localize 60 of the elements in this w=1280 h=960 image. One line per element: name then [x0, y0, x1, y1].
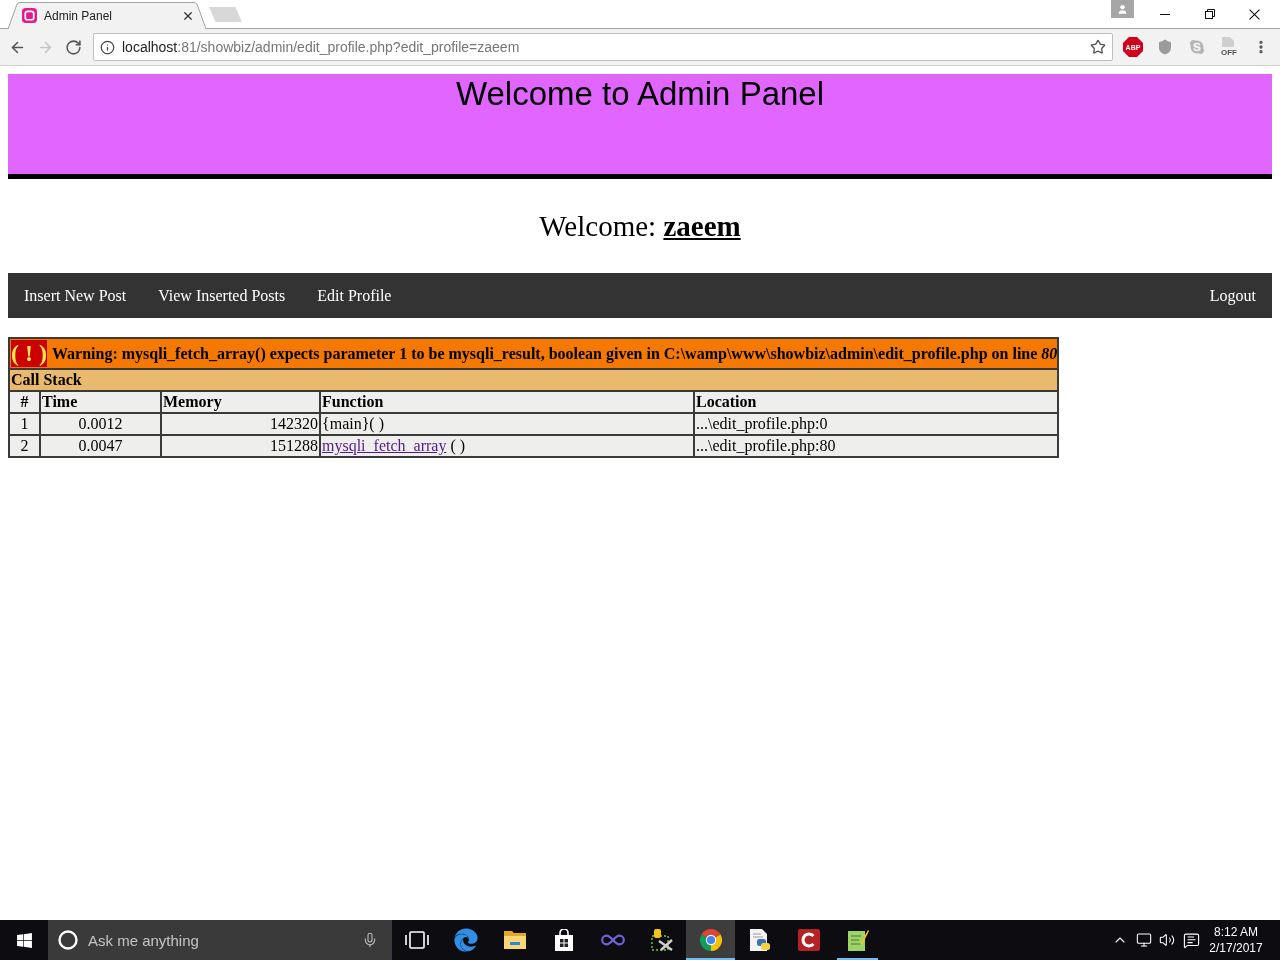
- call-stack-title: Call Stack: [9, 369, 1058, 391]
- python-file-icon: [748, 928, 771, 952]
- table-cell: 1: [9, 413, 40, 435]
- table-cell: 142320: [161, 413, 320, 435]
- shopping-bag-icon: [553, 929, 574, 951]
- network-icon: [1136, 932, 1152, 948]
- off-extension-button[interactable]: OFF: [1219, 37, 1239, 57]
- document-icon: [1222, 37, 1234, 47]
- column-header: Function: [320, 391, 694, 413]
- c-letter-app-icon: [797, 929, 820, 951]
- ring-icon: [58, 930, 78, 950]
- folder-icon: [502, 930, 527, 950]
- search-field[interactable]: Ask me anything: [48, 920, 392, 960]
- windows-logo-icon: [15, 931, 33, 949]
- restore-icon: [1204, 9, 1215, 19]
- info-icon: [100, 39, 115, 55]
- column-header: Location: [694, 391, 1058, 413]
- chrome-icon: [698, 928, 723, 952]
- nav-link[interactable]: Edit Profile: [301, 283, 408, 308]
- nav-link[interactable]: Insert New Post: [8, 283, 143, 308]
- shield-icon: [1157, 39, 1173, 55]
- table-cell: 151288: [161, 435, 320, 457]
- speaker-icon: [1159, 932, 1175, 948]
- close-icon: [1249, 8, 1260, 20]
- table-cell: ...\edit_profile.php:80: [694, 435, 1058, 457]
- page-title: Welcome to Admin Panel: [455, 74, 825, 113]
- url-text: localhost:81/showbiz/admin/edit_profile.php?edit_profile=zaeem: [122, 37, 520, 57]
- star-icon: [1090, 39, 1106, 55]
- close-icon: [184, 11, 192, 20]
- nav-link[interactable]: View Inserted Posts: [142, 283, 302, 308]
- skype-icon: [1189, 39, 1205, 55]
- task-view-icon: [404, 931, 429, 949]
- browser-tab[interactable]: Admin Panel: [8, 2, 206, 29]
- table-cell: 0.0047: [40, 435, 161, 457]
- microphone-icon: [362, 932, 378, 948]
- warning-badge: ( ! ): [11, 340, 47, 367]
- table-cell: {main}( ): [320, 413, 694, 435]
- reload-icon: [64, 38, 82, 56]
- column-header: Time: [40, 391, 161, 413]
- minimize-icon: [1159, 13, 1170, 15]
- taskbar-button[interactable]: [686, 920, 735, 960]
- table-cell: mysqli_fetch_array ( ): [320, 435, 694, 457]
- column-header: Memory: [161, 391, 320, 413]
- favicon-icon: [22, 8, 37, 23]
- edge-icon: [453, 928, 478, 952]
- warning-message: Warning: mysqli_fetch_array() expects parameter 1 to be mysqli_result, boolean given in C:\wamp\www\showbiz\admin\edit_profile.php on line 80: [52, 344, 1058, 363]
- table-cell: ...\edit_profile.php:0: [694, 413, 1058, 435]
- tools-icon: [649, 928, 674, 952]
- nav-link[interactable]: Logout: [1193, 283, 1272, 308]
- table-cell: 0.0012: [40, 413, 161, 435]
- function-link[interactable]: mysqli_fetch_array: [322, 437, 447, 454]
- clock[interactable]: 8:12 AM 2/17/2017: [1204, 920, 1268, 960]
- table-cell: 2: [9, 435, 40, 457]
- bookmark-button[interactable]: [1088, 37, 1108, 57]
- welcome-text: Welcome: zaeem: [539, 209, 741, 243]
- column-header: #: [9, 391, 40, 413]
- address-bar[interactable]: localhost:81/showbiz/admin/edit_profile.php?edit_profile=zaeem: [93, 33, 1113, 61]
- person-icon: [1117, 3, 1128, 15]
- notepad-icon: [846, 928, 869, 952]
- notification-icon: [1182, 931, 1200, 949]
